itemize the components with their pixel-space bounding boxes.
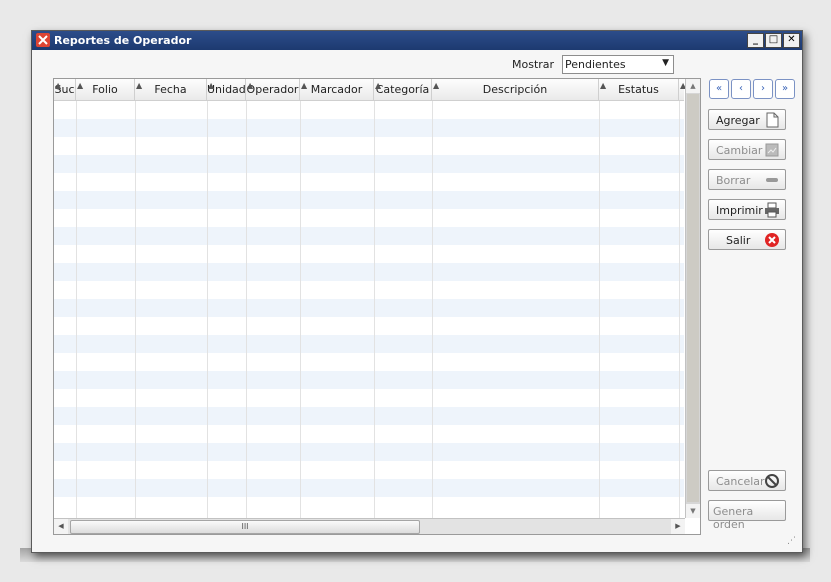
column-header-fecha[interactable]: ▲ Fecha: [135, 79, 207, 100]
sort-icon: ▲: [136, 81, 143, 90]
printer-icon: [765, 202, 779, 218]
scroll-up-icon[interactable]: ▲: [686, 79, 700, 93]
prohibited-icon: [765, 474, 779, 488]
exit-icon: [765, 233, 779, 247]
table-row-stripe: [54, 227, 684, 245]
next-record-button[interactable]: ›: [753, 79, 773, 99]
column-divider: [432, 101, 433, 518]
cancelar-label: Cancelar: [716, 475, 765, 488]
column-divider: [679, 101, 680, 518]
previous-record-button[interactable]: ‹: [731, 79, 751, 99]
borrar-button[interactable]: Borrar: [708, 169, 786, 190]
sort-icon: ▲: [433, 81, 440, 90]
column-header-descripcion[interactable]: ▲ Descripción: [432, 79, 599, 100]
vertical-scroll-thumb[interactable]: [687, 94, 699, 502]
column-header-marcador[interactable]: ▲ Marcador: [300, 79, 374, 100]
column-header-estatus[interactable]: ▲ Estatus: [599, 79, 679, 100]
sort-icon: ▲: [301, 81, 308, 90]
cambiar-label: Cambiar: [716, 144, 763, 157]
table-row-stripe: [54, 119, 684, 137]
sort-icon: ▲: [55, 81, 62, 90]
agregar-label: Agregar: [716, 114, 760, 127]
sort-icon: ▲: [375, 81, 382, 90]
genera-orden-label: Genera orden: [713, 505, 754, 531]
table-row-stripe: [54, 407, 684, 425]
maximize-button[interactable]: □: [765, 33, 782, 48]
salir-button[interactable]: Salir: [708, 229, 786, 250]
column-header-unidad[interactable]: ▲ Unidad: [207, 79, 246, 100]
table-row-stripe: [54, 335, 684, 353]
app-icon: [36, 33, 50, 47]
resize-grip-icon[interactable]: ⋰: [787, 536, 796, 546]
filter-selected-value: Pendientes: [565, 58, 626, 71]
table-row-stripe: [54, 299, 684, 317]
table-header: ▲ Suc ▲ Folio ▲ Fecha ▲ Unidad ▲ Operador ▲ Ma…: [54, 79, 686, 101]
table-row-stripe: [54, 191, 684, 209]
horizontal-scroll-thumb[interactable]: III: [70, 520, 420, 534]
scroll-down-icon[interactable]: ▼: [686, 504, 700, 518]
table-body[interactable]: [54, 101, 684, 518]
sort-icon: ▲: [208, 81, 215, 90]
filter-label: Mostrar: [512, 58, 555, 71]
column-divider: [135, 101, 136, 518]
imprimir-button[interactable]: Imprimir: [708, 199, 786, 220]
sort-icon: ▲: [77, 81, 84, 90]
window-controls: _ □ ✕: [747, 33, 800, 48]
horizontal-scrollbar[interactable]: ◀ III ▶: [54, 518, 685, 534]
table-row-stripe: [54, 263, 684, 281]
window-title: Reportes de Operador: [54, 34, 192, 47]
minimize-button[interactable]: _: [747, 33, 764, 48]
column-divider: [76, 101, 77, 518]
borrar-label: Borrar: [716, 174, 751, 187]
edit-image-icon: [765, 143, 779, 157]
filter-select[interactable]: Pendientes ▼: [562, 55, 674, 74]
column-header-suc[interactable]: ▲ Suc: [54, 79, 76, 100]
title-bar[interactable]: Reportes de Operador _ □ ✕: [32, 31, 802, 50]
cancelar-button[interactable]: Cancelar: [708, 470, 786, 491]
scroll-left-icon[interactable]: ◀: [54, 519, 68, 534]
agregar-button[interactable]: Agregar: [708, 109, 786, 130]
minus-icon: [766, 178, 778, 182]
column-divider: [300, 101, 301, 518]
close-button[interactable]: ✕: [783, 33, 800, 48]
column-divider: [246, 101, 247, 518]
main-window: Reportes de Operador _ □ ✕ Mostrar Pendi…: [31, 30, 803, 553]
column-header-extra: ▲: [679, 79, 686, 100]
table-row-stripe: [54, 155, 684, 173]
column-divider: [207, 101, 208, 518]
last-record-button[interactable]: »: [775, 79, 795, 99]
column-header-folio[interactable]: ▲ Folio: [76, 79, 135, 100]
first-record-button[interactable]: «: [709, 79, 729, 99]
table-row-stripe: [54, 479, 684, 497]
imprimir-label: Imprimir: [716, 204, 763, 217]
column-divider: [599, 101, 600, 518]
chevron-down-icon: ▼: [662, 58, 669, 68]
scroll-right-icon[interactable]: ▶: [671, 519, 685, 534]
table-row-stripe: [54, 443, 684, 461]
column-divider: [374, 101, 375, 518]
new-document-icon: [766, 112, 779, 128]
sort-icon: ▲: [247, 81, 254, 90]
cambiar-button[interactable]: Cambiar: [708, 139, 786, 160]
salir-label: Salir: [726, 234, 751, 247]
column-header-categoria[interactable]: ▲ Categoría: [374, 79, 432, 100]
sort-icon: ▲: [600, 81, 607, 90]
genera-orden-button[interactable]: Genera orden: [708, 500, 786, 531]
column-header-operador[interactable]: ▲ Operador: [246, 79, 300, 100]
vertical-scrollbar[interactable]: ▲ ▼: [685, 79, 700, 518]
table-row-stripe: [54, 371, 684, 389]
record-navigation: « ‹ › »: [709, 79, 795, 99]
reports-table: ▲ Suc ▲ Folio ▲ Fecha ▲ Unidad ▲ Operador ▲ Ma…: [53, 78, 701, 535]
